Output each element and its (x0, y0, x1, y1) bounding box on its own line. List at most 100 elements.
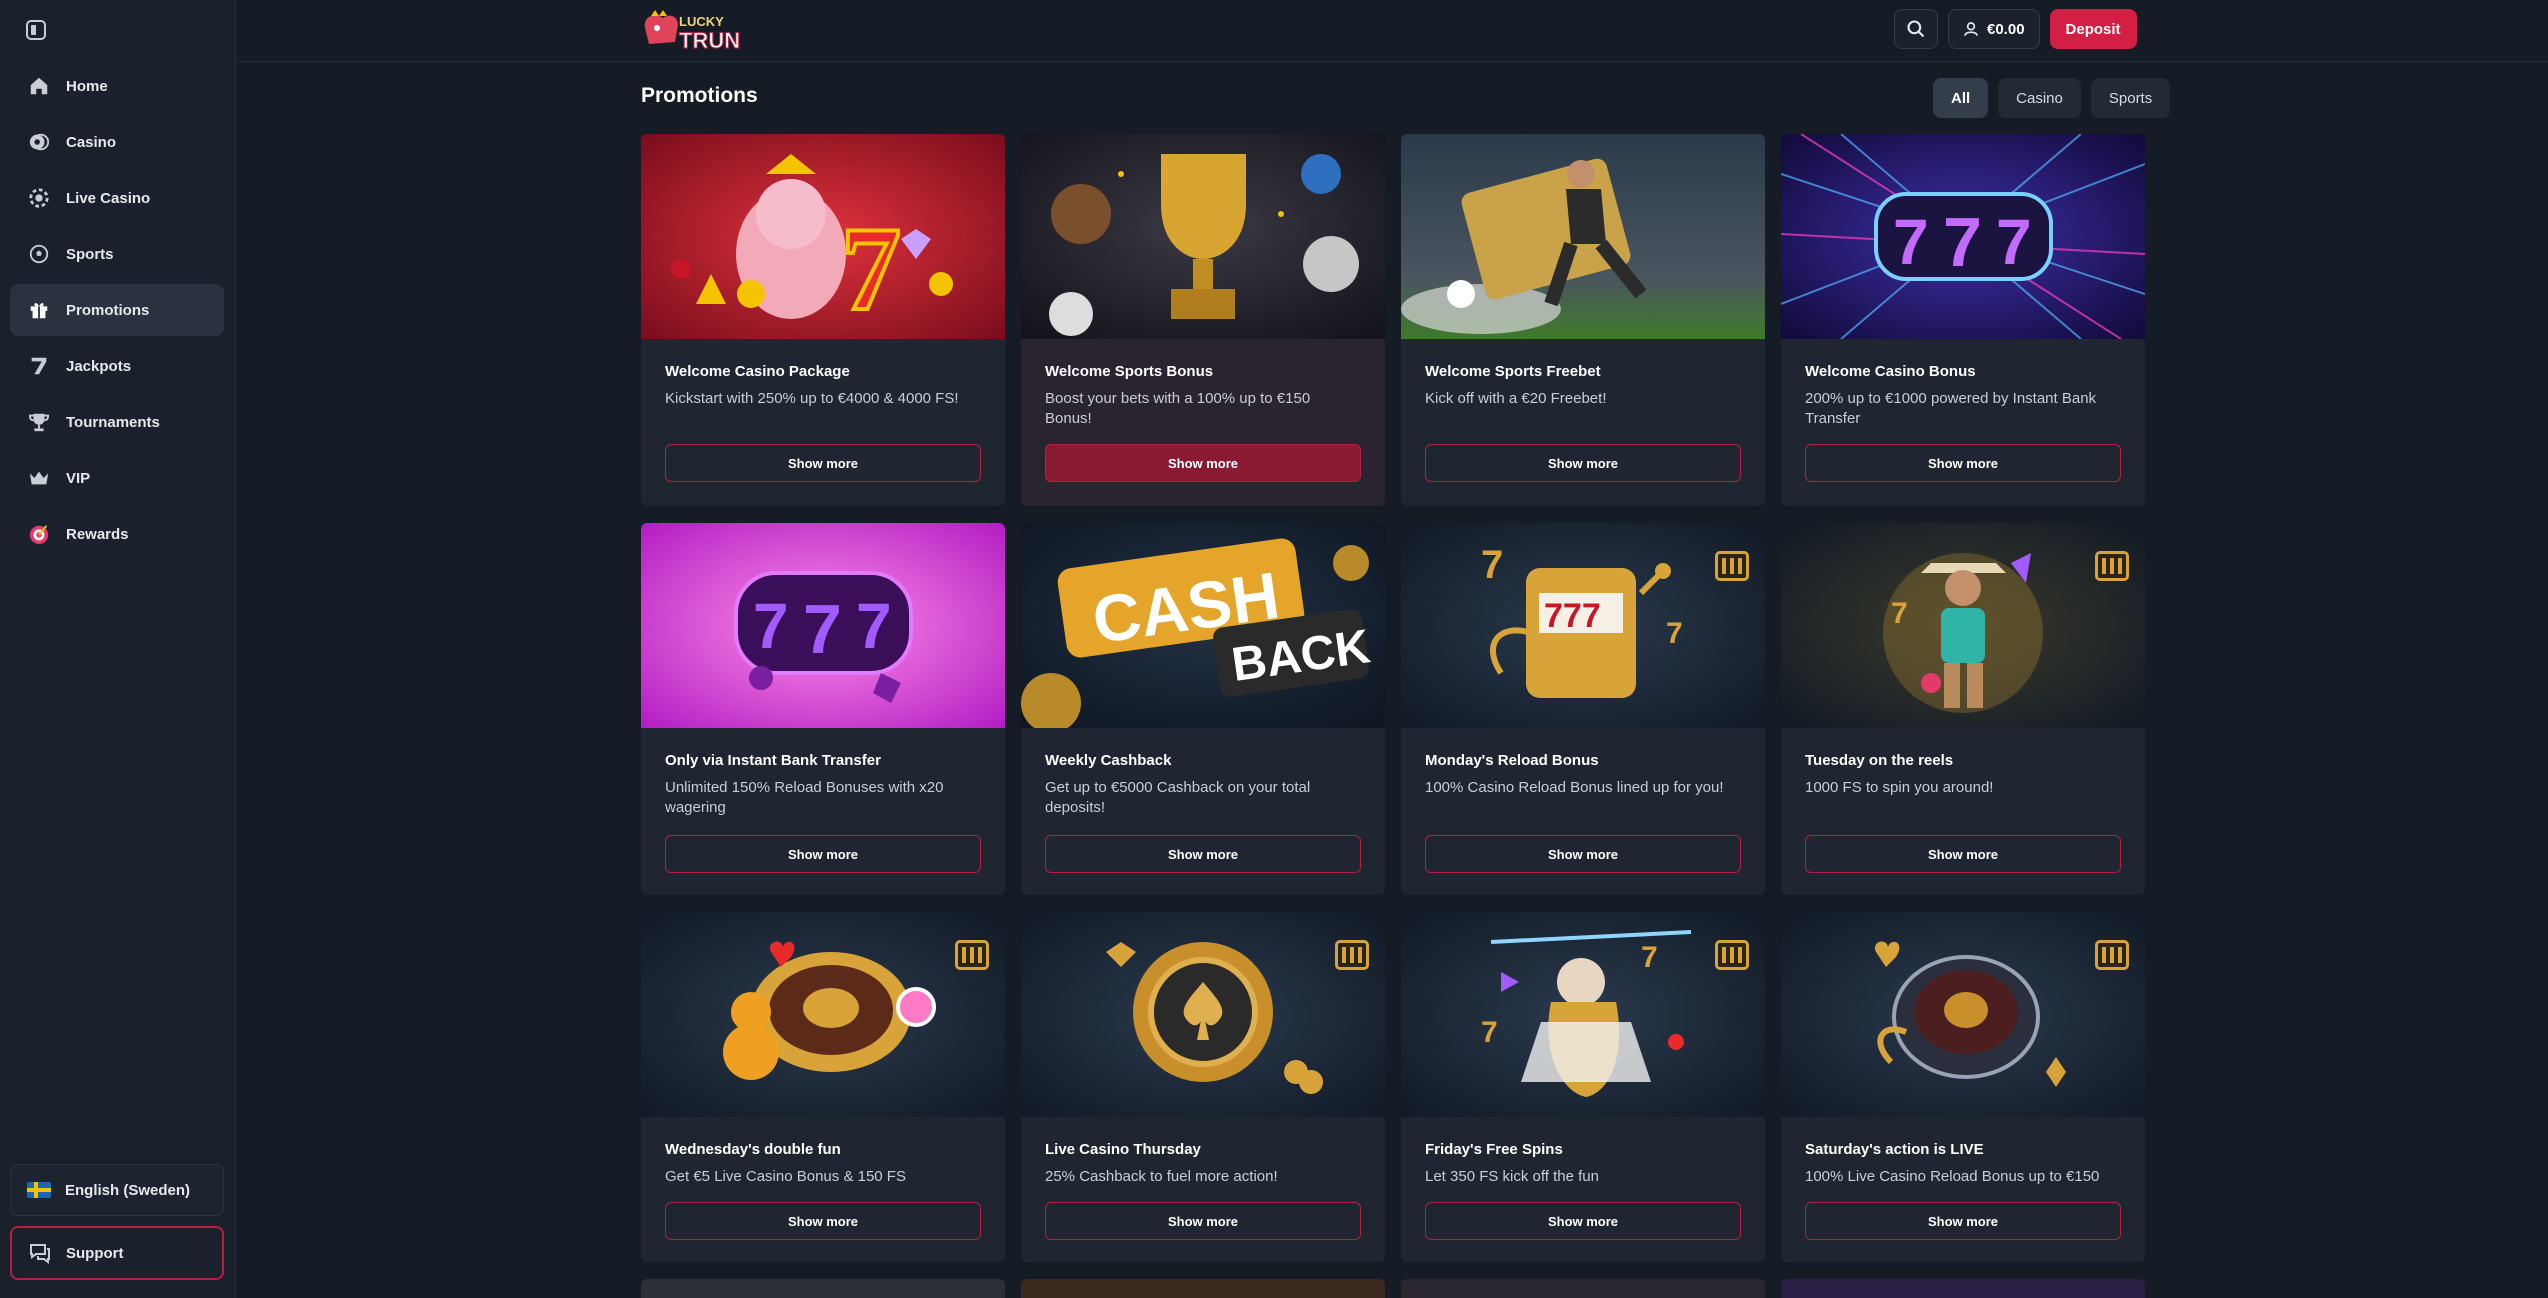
show-more-button[interactable]: Show more (1805, 1202, 2121, 1240)
promo-card-partial (641, 1279, 1005, 1298)
balance-amount: €0.00 (1987, 20, 2025, 38)
live-casino-icon (28, 187, 50, 209)
svg-text:7: 7 (1996, 206, 2032, 278)
svg-text:7: 7 (856, 590, 892, 662)
promo-image-zeus: 7 7 (1401, 912, 1765, 1117)
promo-image-stadium (1401, 134, 1765, 339)
promo-description: Unlimited 150% Reload Bonuses with x20 w… (665, 779, 944, 816)
promo-image-pink-777: 7 7 7 (641, 523, 1005, 728)
promo-image-trophy (1021, 134, 1385, 339)
promo-image-roulette (1781, 912, 2145, 1117)
promo-image-cowboy: 7 (1781, 523, 2145, 728)
soccer-ball-icon (28, 243, 50, 265)
sidebar-item-vip[interactable]: VIP (10, 452, 224, 504)
language-selector[interactable]: English (Sweden) (10, 1164, 224, 1216)
lucky-trunk-logo[interactable]: LUCKY TRUNK (641, 6, 757, 56)
sidebar-item-label: Live Casino (66, 189, 151, 207)
sidebar-item-jackpots[interactable]: Jackpots (10, 340, 224, 392)
promo-image-slot-machine: 777 7 7 (1401, 523, 1765, 728)
sidebar-item-casino[interactable]: Casino (10, 116, 224, 168)
sidebar: Home Casino Live Casino Sports Promotion… (0, 0, 236, 1298)
promo-card-partial (1021, 1279, 1385, 1298)
promo-title: Welcome Sports Bonus (1045, 363, 1214, 380)
show-more-button[interactable]: Show more (1425, 1202, 1741, 1240)
sidebar-item-rewards[interactable]: Rewards (10, 508, 224, 560)
promo-image-poker-chip (1021, 912, 1385, 1117)
promo-title: Tuesday on the reels (1805, 752, 1954, 769)
svg-text:7: 7 (1893, 206, 1929, 278)
sidebar-item-live-casino[interactable]: Live Casino (10, 172, 224, 224)
filter-sports[interactable]: Sports (2090, 78, 2171, 118)
page-title: Promotions (641, 84, 758, 107)
sidebar-item-tournaments[interactable]: Tournaments (10, 396, 224, 448)
promo-title: Welcome Casino Package (665, 363, 850, 380)
balance-button[interactable]: €0.00 (1948, 9, 2040, 49)
support-button[interactable]: Support (10, 1226, 224, 1280)
search-icon (1907, 20, 1925, 38)
promo-image-neon-777: 7 7 7 (1781, 134, 2145, 339)
svg-text:7: 7 (1891, 597, 1908, 630)
promo-card: 777 7 7 Monday's Reload Bonus 100% Casin… (1401, 523, 1765, 895)
sidebar-item-label: Sports (66, 245, 114, 263)
filter-all[interactable]: All (1933, 78, 1989, 118)
promo-card: Wednesday's double fun Get €5 Live Casin… (641, 912, 1005, 1262)
svg-text:7: 7 (841, 202, 901, 335)
calendar-badge-icon (2095, 940, 2129, 970)
top-header: LUCKY TRUNK €0.00 Deposit (237, 0, 2548, 62)
sidebar-item-promotions[interactable]: Promotions (10, 284, 224, 336)
sidebar-item-label: Tournaments (66, 413, 160, 431)
show-more-button[interactable]: Show more (1045, 1202, 1361, 1240)
svg-text:7: 7 (1481, 543, 1503, 587)
promo-card: 7 7 7 Welcome Casino Bonus 200% up to €1… (1781, 134, 2145, 506)
promo-title: Welcome Casino Bonus (1805, 363, 1976, 380)
sidebar-item-label: Casino (66, 133, 117, 151)
promo-title: Wednesday's double fun (665, 1141, 841, 1158)
promo-card: 7 Welcome Casino Package Kickstart with … (641, 134, 1005, 506)
promo-description: Boost your bets with a 100% up to €150 B… (1045, 390, 1311, 427)
promo-description: 100% Casino Reload Bonus lined up for yo… (1425, 779, 1724, 796)
sidebar-bottom: English (Sweden) Support (10, 1164, 224, 1280)
deposit-button[interactable]: Deposit (2049, 9, 2137, 49)
sidebar-nav: Home Casino Live Casino Sports Promotion… (10, 60, 224, 564)
calendar-badge-icon (2095, 551, 2129, 581)
show-more-button[interactable]: Show more (665, 1202, 981, 1240)
casino-chip-icon (28, 131, 50, 153)
chat-icon (30, 1244, 50, 1264)
show-more-button[interactable]: Show more (665, 835, 981, 873)
language-label: English (Sweden) (65, 1181, 191, 1199)
sidebar-item-label: Promotions (66, 301, 150, 319)
sidebar-toggle-icon[interactable] (26, 20, 46, 40)
home-icon (28, 75, 50, 97)
logo-text-top: LUCKY (679, 14, 724, 29)
show-more-button[interactable]: Show more (1045, 444, 1361, 482)
sidebar-item-label: Home (66, 77, 108, 95)
promo-title: Live Casino Thursday (1045, 1141, 1201, 1158)
svg-text:777: 777 (1544, 597, 1601, 635)
show-more-button[interactable]: Show more (1045, 835, 1361, 873)
user-icon (1964, 22, 1978, 36)
sidebar-item-label: VIP (66, 469, 91, 487)
promo-description: Get up to €5000 Cashback on your total d… (1045, 779, 1311, 816)
show-more-button[interactable]: Show more (665, 444, 981, 482)
sidebar-item-home[interactable]: Home (10, 60, 224, 112)
promo-title: Saturday's action is LIVE (1805, 1141, 1984, 1158)
show-more-button[interactable]: Show more (1805, 444, 2121, 482)
promo-card: Live Casino Thursday 25% Cashback to fue… (1021, 912, 1385, 1262)
show-more-button[interactable]: Show more (1805, 835, 2121, 873)
show-more-button[interactable]: Show more (1425, 444, 1741, 482)
sidebar-item-sports[interactable]: Sports (10, 228, 224, 280)
filter-casino[interactable]: Casino (1998, 78, 2081, 118)
promo-description: Let 350 FS kick off the fun (1425, 1168, 1599, 1185)
promo-title: Friday's Free Spins (1425, 1141, 1563, 1158)
sweden-flag-icon (27, 1182, 51, 1198)
show-more-button[interactable]: Show more (1425, 835, 1741, 873)
promo-description: Kickstart with 250% up to €4000 & 4000 F… (665, 390, 959, 407)
sidebar-item-label: Rewards (66, 525, 129, 543)
promo-description: 200% up to €1000 powered by Instant Bank… (1805, 390, 2097, 427)
logo-text-bottom: TRUNK (679, 28, 741, 53)
search-button[interactable] (1894, 9, 1938, 49)
promo-card: 7 Tuesday on the reels 1000 FS to spin y… (1781, 523, 2145, 895)
rewards-target-icon (28, 523, 50, 545)
promo-title: Only via Instant Bank Transfer (665, 752, 881, 769)
sidebar-item-label: Jackpots (66, 357, 132, 375)
